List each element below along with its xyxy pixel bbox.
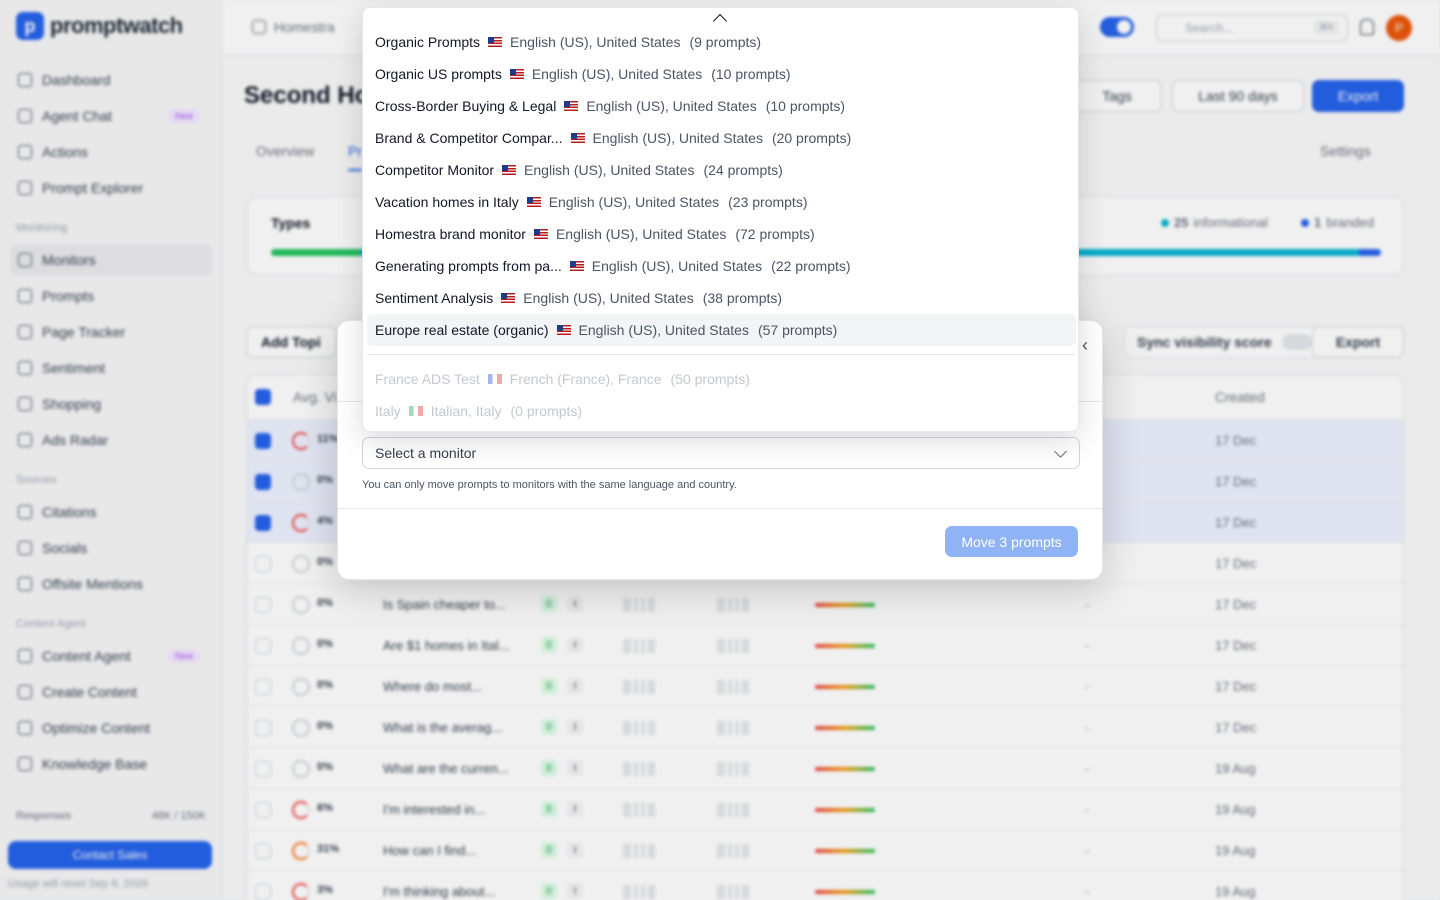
monitor-option-language: English (US), United States: [591, 258, 763, 274]
monitor-option-name: Organic Prompts: [375, 34, 481, 50]
monitor-option-name: Vacation homes in Italy: [375, 194, 519, 210]
it-flag-icon: [408, 406, 423, 416]
monitor-option-language: English (US), United States: [531, 66, 703, 82]
monitor-option-count: (10 prompts): [765, 98, 846, 114]
monitor-option-language: English (US), United States: [592, 130, 763, 146]
monitor-option-count: (20 prompts): [771, 130, 852, 146]
monitor-option: Italy Italian, Italy (0 prompts): [367, 395, 1076, 427]
monitor-option-language: English (US), United States: [586, 98, 757, 114]
us-flag-icon: [569, 261, 584, 271]
monitor-option-count: (38 prompts): [702, 290, 783, 306]
us-flag-icon: [502, 165, 517, 175]
monitor-option[interactable]: Europe real estate (organic) English (US)…: [367, 314, 1076, 346]
us-flag-icon: [556, 325, 571, 335]
monitor-option-language: English (US), United States: [578, 322, 749, 338]
monitor-option-name: Cross-Border Buying & Legal: [375, 98, 557, 114]
monitor-option-count: (24 prompts): [703, 162, 783, 178]
chevron-down-icon: [1054, 445, 1067, 458]
monitor-select[interactable]: Select a monitor: [362, 437, 1080, 469]
monitor-option-language: English (US), United States: [555, 226, 727, 242]
us-flag-icon: [570, 133, 585, 143]
monitor-option-name: Europe real estate (organic): [375, 322, 549, 338]
monitor-option-name: Competitor Monitor: [375, 162, 495, 178]
monitor-option-name: Homestra brand monitor: [375, 226, 526, 242]
monitor-option-count: (72 prompts): [735, 226, 815, 242]
monitor-option-count: (50 prompts): [670, 371, 750, 387]
monitor-option-name: Generating prompts from pa...: [375, 258, 562, 274]
us-flag-icon: [509, 69, 524, 79]
close-icon[interactable]: ‹: [1082, 335, 1088, 356]
monitor-option-name: France ADS Test: [375, 371, 480, 387]
us-flag-icon: [564, 101, 579, 111]
monitor-dropdown-list[interactable]: Organic Prompts English (US), United Stat…: [362, 7, 1079, 432]
monitor-option-language: English (US), United States: [548, 194, 720, 210]
monitor-option-name: Brand & Competitor Compar...: [375, 130, 563, 146]
monitor-helper-text: You can only move prompts to monitors wi…: [362, 479, 737, 491]
monitor-option-count: (22 prompts): [771, 258, 851, 274]
monitor-option-language: French (France), France: [509, 371, 662, 387]
monitor-option-count: (57 prompts): [757, 322, 838, 338]
monitor-option-count: (9 prompts): [689, 34, 762, 50]
us-flag-icon: [533, 229, 548, 239]
monitor-option[interactable]: Vacation homes in Italy English (US), Uni…: [367, 186, 1076, 218]
monitor-option-count: (0 prompts): [510, 403, 583, 419]
dropdown-separator: [367, 354, 1074, 355]
monitor-option-count: (23 prompts): [728, 194, 808, 210]
monitor-option-language: English (US), United States: [510, 34, 681, 50]
monitor-option[interactable]: Cross-Border Buying & Legal English (US),…: [367, 90, 1076, 122]
monitor-option-count: (10 prompts): [711, 66, 791, 82]
monitor-option[interactable]: Brand & Competitor Compar... English (US)…: [367, 122, 1076, 154]
monitor-option: France ADS Test French (France), France (5…: [367, 363, 1076, 395]
move-prompts-button[interactable]: Move 3 prompts: [945, 526, 1078, 557]
monitor-option[interactable]: Generating prompts from pa... English (US…: [367, 250, 1076, 282]
monitor-option[interactable]: Competitor Monitor English (US), United S…: [367, 154, 1076, 186]
monitor-option-name: Italy: [375, 403, 401, 419]
monitor-option-language: English (US), United States: [523, 290, 694, 306]
monitor-select-placeholder: Select a monitor: [375, 445, 477, 461]
monitor-option-name: Sentiment Analysis: [375, 290, 494, 306]
monitor-option[interactable]: Homestra brand monitor English (US), Unit…: [367, 218, 1076, 250]
modal-footer-divider: [338, 508, 1102, 509]
us-flag-icon: [526, 197, 541, 207]
monitor-option-name: Organic US prompts: [375, 66, 502, 82]
monitor-option-language: Italian, Italy: [430, 403, 502, 419]
fr-flag-icon: [487, 374, 502, 384]
monitor-option[interactable]: Sentiment Analysis English (US), United S…: [367, 282, 1076, 314]
us-flag-icon: [501, 293, 516, 303]
monitor-option-language: English (US), United States: [524, 162, 695, 178]
monitor-option[interactable]: Organic US prompts English (US), United S…: [367, 58, 1076, 90]
us-flag-icon: [488, 37, 503, 47]
monitor-option[interactable]: Organic Prompts English (US), United Stat…: [367, 26, 1076, 58]
